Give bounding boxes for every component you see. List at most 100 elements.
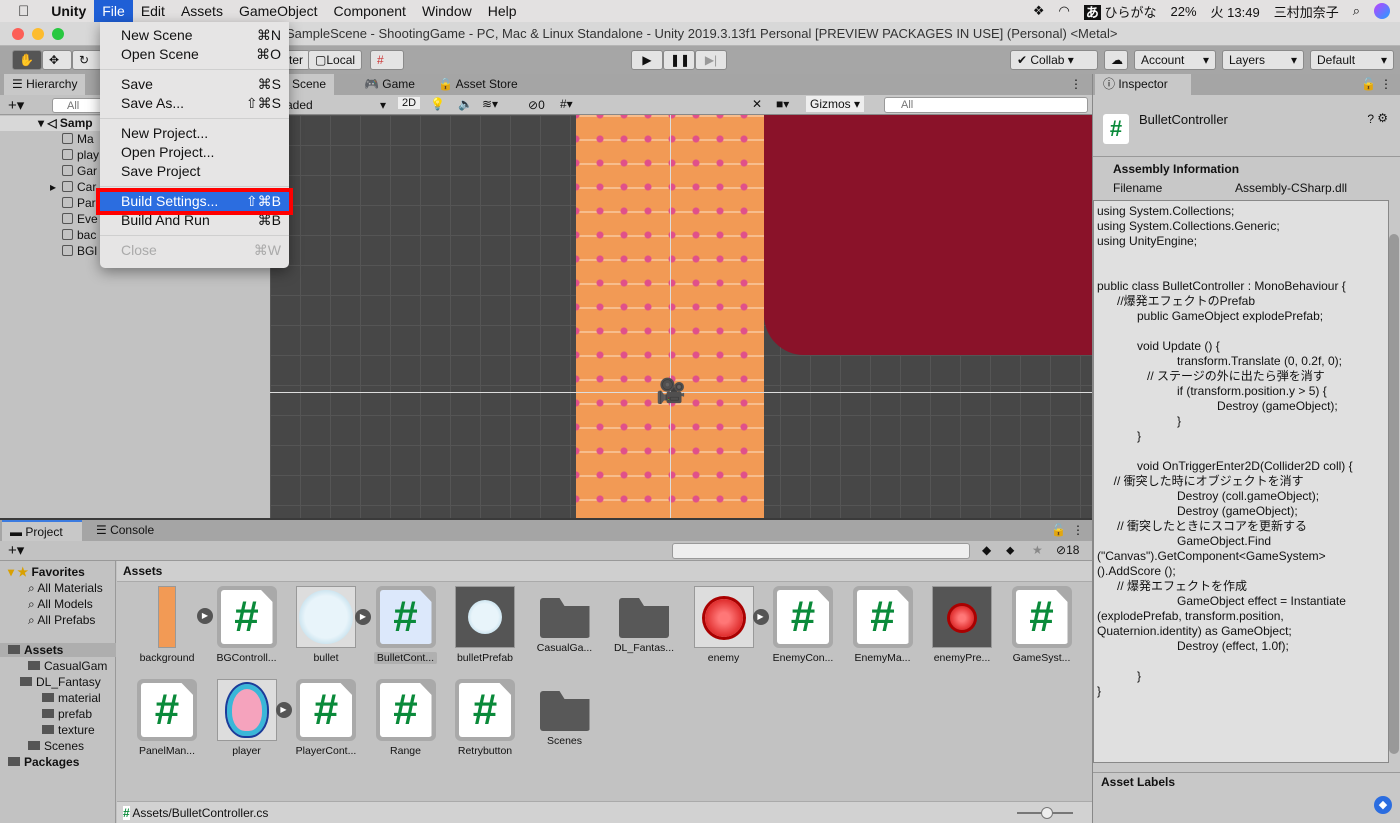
asset-item[interactable]: # EnemyCon...	[765, 586, 841, 664]
dropbox-icon[interactable]: ❖	[1033, 3, 1045, 19]
snap-button[interactable]: #	[370, 50, 404, 70]
asset-item[interactable]: # PlayerCont...	[288, 679, 364, 757]
camera-dropdown[interactable]: ■▾	[776, 97, 789, 111]
cloud-button[interactable]: ☁	[1104, 50, 1128, 70]
grid-dropdown[interactable]: #▾	[560, 97, 573, 111]
lighting-toggle-icon[interactable]: 💡	[430, 97, 445, 111]
scene-search-input[interactable]	[884, 97, 1088, 113]
hierarchy-item[interactable]: Eve	[62, 211, 98, 227]
siri-icon[interactable]	[1374, 3, 1390, 19]
menu-component[interactable]: Component	[326, 0, 414, 22]
local-button[interactable]: ▢Local	[308, 50, 363, 70]
hierarchy-item[interactable]: Ma	[62, 131, 94, 147]
assets-breadcrumb[interactable]: Assets	[123, 564, 162, 578]
project-search-input[interactable]	[672, 543, 970, 559]
more-options-icon[interactable]: ⋮	[1070, 77, 1082, 91]
icon-size-slider[interactable]	[1017, 807, 1073, 819]
minimize-window-button[interactable]	[32, 28, 44, 40]
tree-item-all-models[interactable]: ⌕ All Models	[28, 597, 93, 612]
tag-icon[interactable]: ◆	[1374, 796, 1392, 814]
hierarchy-item[interactable]: BGl	[62, 243, 97, 259]
tree-item-assets[interactable]: Assets	[0, 643, 116, 657]
apple-icon[interactable]: 	[0, 3, 43, 20]
rotate-tool-button[interactable]: ↻	[72, 50, 102, 70]
hierarchy-item[interactable]: Gar	[62, 163, 97, 179]
menu-item-open-project[interactable]: Open Project...	[100, 143, 289, 162]
tree-item-dl-fantasy[interactable]: DL_Fantasy	[20, 675, 101, 689]
tree-item-all-prefabs[interactable]: ⌕ All Prefabs	[28, 613, 95, 628]
menu-item-new-scene[interactable]: New Scene ⌘N	[100, 26, 289, 45]
play-button[interactable]: ▶	[631, 50, 663, 70]
menu-item-save-project[interactable]: Save Project	[100, 162, 289, 181]
asset-item[interactable]: ▶ background	[129, 586, 213, 664]
user-name[interactable]: 三村加奈子	[1274, 2, 1339, 21]
help-icon[interactable]: ?	[1367, 112, 1374, 126]
hidden-packages-toggle[interactable]: ⊘18	[1056, 543, 1079, 557]
tree-item-all-materials[interactable]: ⌕ All Materials	[28, 581, 103, 596]
asset-item[interactable]: bulletPrefab	[447, 586, 523, 664]
tab-project[interactable]: ▬ Project	[2, 520, 82, 541]
draw-mode-dropdown[interactable]: aded ▾	[286, 98, 386, 112]
create-button[interactable]: +▾	[8, 96, 24, 114]
menu-unity[interactable]: Unity	[43, 0, 94, 22]
asset-item[interactable]: ▶ bullet	[288, 586, 371, 664]
menu-edit[interactable]: Edit	[133, 0, 173, 22]
close-window-button[interactable]	[12, 28, 24, 40]
asset-item[interactable]: DL_Fantas...	[606, 586, 682, 654]
menu-file[interactable]: File	[94, 0, 133, 22]
create-button[interactable]: +▾	[8, 541, 24, 559]
menu-item-open-scene[interactable]: Open Scene ⌘O	[100, 45, 289, 64]
tree-item-material[interactable]: material	[42, 691, 101, 705]
scene-root[interactable]: ▾ ◁ Samp	[38, 115, 93, 131]
tab-game[interactable]: 🎮 Game	[356, 74, 423, 95]
menu-assets[interactable]: Assets	[173, 0, 231, 22]
tab-console[interactable]: ☰ Console	[88, 520, 162, 541]
search-by-label-icon[interactable]: ⬥	[1006, 543, 1014, 558]
asset-item[interactable]: CasualGa...	[527, 586, 603, 654]
menu-item-build-and-run[interactable]: Build And Run ⌘B	[100, 211, 289, 230]
battery-level[interactable]: 22%	[1171, 4, 1197, 19]
account-dropdown[interactable]: Account ▾	[1134, 50, 1216, 70]
menu-gameobject[interactable]: GameObject	[231, 0, 326, 22]
expand-arrow-icon[interactable]: ▸	[50, 179, 56, 195]
menu-help[interactable]: Help	[480, 0, 525, 22]
audio-toggle-icon[interactable]: 🔈	[458, 97, 473, 111]
camera-gizmo-icon[interactable]: 🎥	[656, 377, 686, 406]
menu-window[interactable]: Window	[414, 0, 480, 22]
tree-item-scenes[interactable]: Scenes	[28, 739, 84, 753]
tree-item-favorites[interactable]: ▾ ★ Favorites	[8, 565, 85, 579]
favorites-star-icon[interactable]: ★	[1032, 543, 1043, 557]
hierarchy-item[interactable]: play	[62, 147, 99, 163]
asset-item[interactable]: # BGControll...	[209, 586, 285, 664]
gear-icon[interactable]: ⚙	[1377, 111, 1388, 125]
asset-item[interactable]: ▶ player	[209, 679, 292, 757]
asset-item[interactable]: # GameSyst...	[1004, 586, 1080, 664]
tree-item-casualgam[interactable]: CasualGam	[28, 659, 107, 673]
step-button[interactable]: ▶|	[695, 50, 727, 70]
layout-dropdown[interactable]: Default ▾	[1310, 50, 1394, 70]
tree-item-prefab[interactable]: prefab	[42, 707, 92, 721]
hierarchy-item[interactable]: bac	[62, 227, 96, 243]
tab-inspector[interactable]: ⓘ Inspector	[1095, 74, 1191, 95]
menu-item-save[interactable]: Save ⌘S	[100, 75, 289, 94]
asset-item[interactable]: # PanelMan...	[129, 679, 205, 757]
clock[interactable]: 火 13:49	[1211, 2, 1260, 21]
asset-item[interactable]: # BulletCont...	[368, 586, 444, 664]
ime-indicator[interactable]: あ ひらがな	[1083, 2, 1157, 21]
hand-tool-button[interactable]: ✋	[12, 50, 42, 70]
gizmos-dropdown[interactable]: Gizmos ▾	[806, 96, 865, 112]
tab-hierarchy[interactable]: ☰ Hierarchy	[4, 74, 86, 95]
hidden-objects-toggle[interactable]: ⊘0	[528, 98, 545, 112]
asset-item[interactable]: enemyPre...	[924, 586, 1000, 664]
scene-view[interactable]: 🎥	[270, 115, 1092, 518]
menu-item-new-project[interactable]: New Project...	[100, 124, 289, 143]
asset-item[interactable]: # Retrybutton	[447, 679, 523, 757]
pause-button[interactable]: ❚❚	[663, 50, 695, 70]
menu-item-save-as[interactable]: Save As... ⇧⌘S	[100, 94, 289, 113]
asset-item[interactable]: ▶ enemy	[686, 586, 769, 664]
move-tool-button[interactable]: ✥	[42, 50, 72, 70]
layers-dropdown[interactable]: Layers ▾	[1222, 50, 1304, 70]
more-options-icon[interactable]: ⋮	[1072, 523, 1084, 537]
tree-item-texture[interactable]: texture	[42, 723, 95, 737]
2d-toggle[interactable]: 2D	[398, 97, 421, 109]
